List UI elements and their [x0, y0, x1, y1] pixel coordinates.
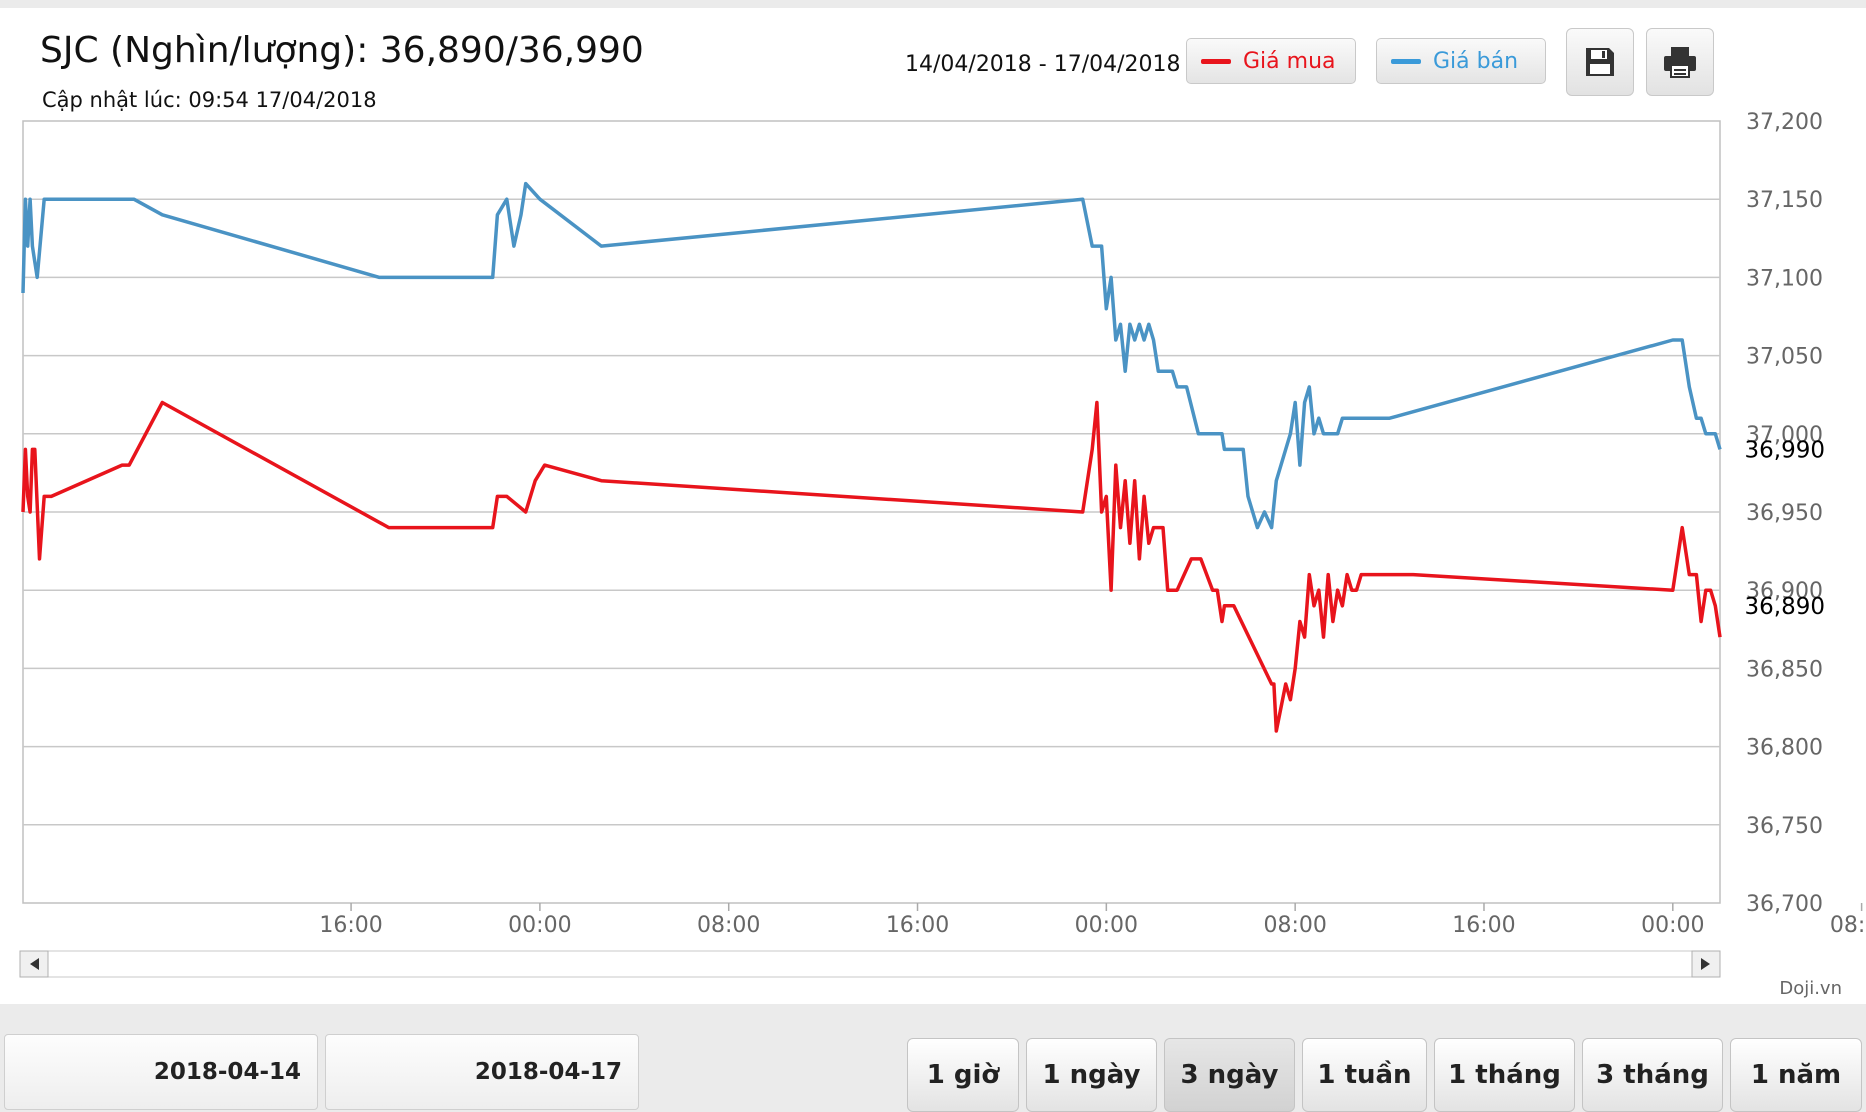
y-tick-label: 37,200	[1746, 110, 1823, 135]
range-button[interactable]: 1 ngày	[1026, 1038, 1157, 1112]
y-tick-label: 36,800	[1746, 736, 1823, 761]
y-tick-label: 37,150	[1746, 188, 1823, 213]
navigator-right-button[interactable]	[1691, 950, 1721, 978]
x-tick-label: 08:00	[1830, 913, 1866, 938]
y-tick-label: 36,700	[1746, 892, 1823, 917]
x-tick-label: 16:00	[886, 913, 949, 938]
x-tick-label: 08:00	[697, 913, 760, 938]
range-button[interactable]: 3 ngày	[1164, 1038, 1295, 1112]
x-tick-label: 00:00	[1641, 913, 1704, 938]
x-tick-label: 00:00	[508, 913, 571, 938]
y-tick-label: 36,750	[1746, 814, 1823, 839]
last-value-sell: 36,990	[1745, 437, 1825, 463]
brand-label: Doji.vn	[1779, 978, 1842, 999]
range-button[interactable]: 3 tháng	[1582, 1038, 1723, 1112]
date-from-input[interactable]: 2018-04-14	[4, 1034, 318, 1110]
y-tick-label: 37,100	[1746, 266, 1823, 291]
range-button[interactable]: 1 tháng	[1434, 1038, 1575, 1112]
range-button[interactable]: 1 tuần	[1302, 1038, 1427, 1112]
x-tick-label: 08:00	[1263, 913, 1326, 938]
date-to-input[interactable]: 2018-04-17	[325, 1034, 639, 1110]
y-tick-label: 36,950	[1746, 501, 1823, 526]
y-tick-label: 37,050	[1746, 345, 1823, 370]
navigator-scrollbar[interactable]	[19, 950, 1719, 978]
price-chart: 36,70036,75036,80036,85036,90036,95037,0…	[19, 110, 1866, 978]
range-button[interactable]: 1 năm	[1730, 1038, 1862, 1112]
navigator-left-button[interactable]	[19, 950, 49, 978]
last-value-buy: 36,890	[1745, 594, 1825, 620]
x-tick-label: 16:00	[1452, 913, 1515, 938]
x-tick-label: 00:00	[1075, 913, 1138, 938]
x-tick-label: 16:00	[319, 913, 382, 938]
y-tick-label: 36,850	[1746, 657, 1823, 682]
range-button[interactable]: 1 giờ	[907, 1038, 1019, 1112]
